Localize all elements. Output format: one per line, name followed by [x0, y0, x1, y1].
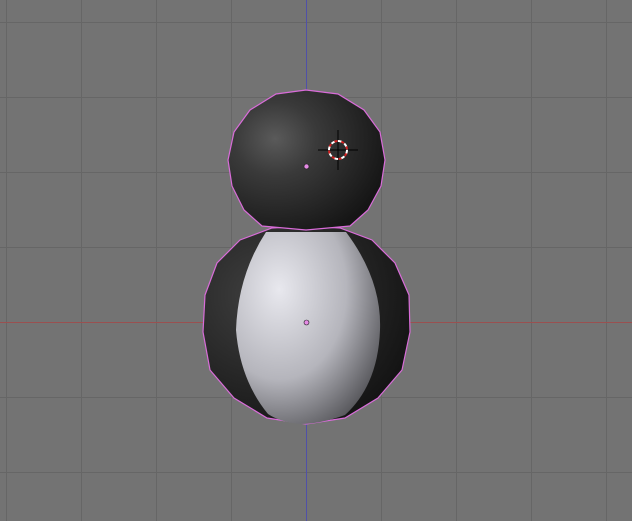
object-origin-icon[interactable] [303, 319, 310, 326]
object-origin-icon[interactable] [303, 163, 310, 170]
penguin-head[interactable] [227, 89, 386, 231]
3d-viewport[interactable] [0, 0, 632, 521]
penguin-mesh[interactable] [202, 89, 411, 425]
penguin-belly [236, 232, 381, 424]
viewport-canvas[interactable] [0, 0, 632, 521]
